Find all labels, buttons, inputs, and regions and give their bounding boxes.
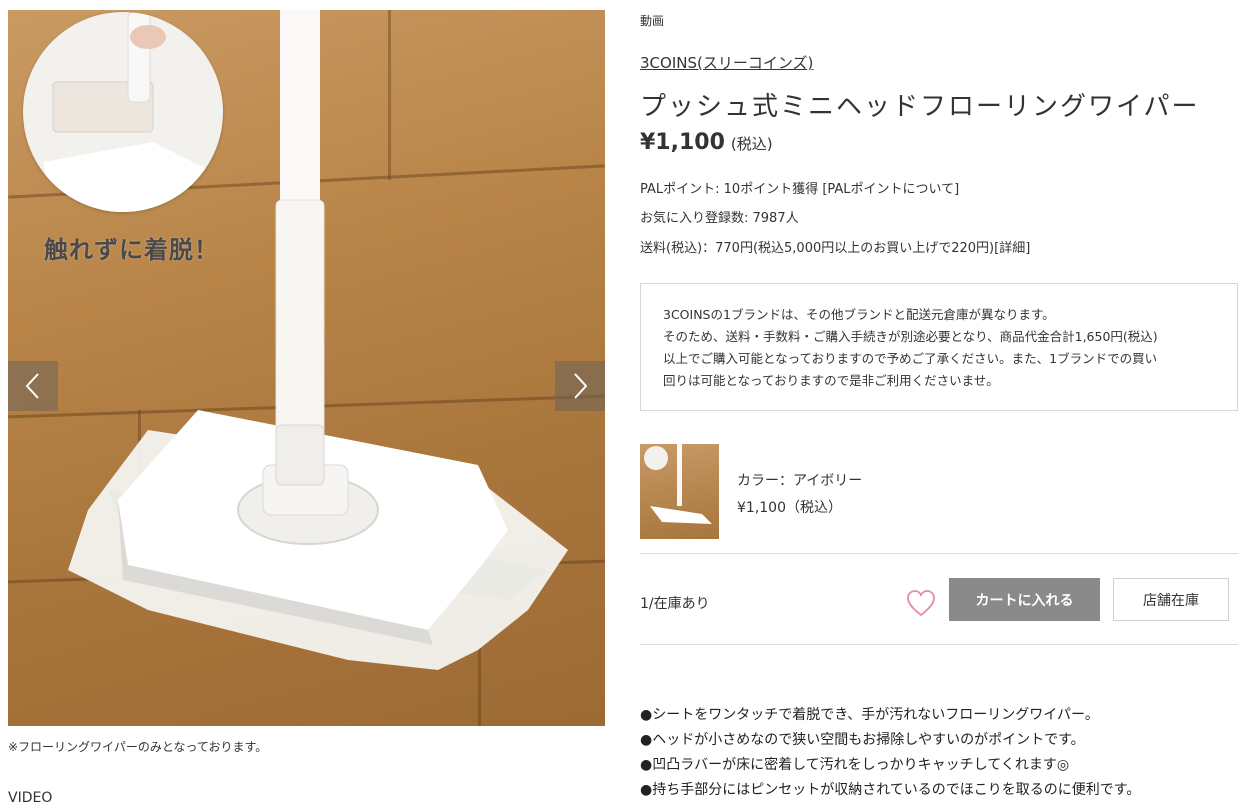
feature-item: ●凹凸ラバーが床に密着して汚れをしっかりキャッチしてくれます◎ xyxy=(640,757,1070,773)
feature-item: ●持ち手部分にはピンセットが収納されているのでほこりを取るのに便利です。 xyxy=(640,782,1141,798)
product-price: ¥1,100 (税込) xyxy=(640,130,773,155)
notice-line: そのため、送料・手数料・ご購入手続きが別途必要となり、商品代金合計1,650円(… xyxy=(663,329,1158,344)
variant-price: ¥1,100（税込） xyxy=(737,500,842,516)
heart-icon[interactable] xyxy=(906,589,936,619)
chevron-right-icon xyxy=(574,373,588,399)
purchase-row: 1/在庫あり カートに入れる 店舗在庫 xyxy=(640,555,1238,645)
price-tax-label: (税込) xyxy=(730,135,773,153)
stock-status: 1/在庫あり xyxy=(640,596,710,612)
variant-color-label: カラー：アイボリー xyxy=(737,473,863,489)
price-value: ¥1,100 xyxy=(640,130,725,155)
favorites-count: お気に入り登録数: 7987人 xyxy=(640,211,799,226)
variant-row[interactable]: カラー：アイボリー ¥1,100（税込） xyxy=(640,444,1238,554)
product-title: プッシュ式ミニヘッドフローリングワイパー xyxy=(640,92,1200,122)
gallery-next-button[interactable] xyxy=(555,361,605,411)
add-to-cart-button[interactable]: カートに入れる xyxy=(949,578,1100,621)
detail-inset-image xyxy=(23,12,223,212)
store-stock-button[interactable]: 店舗在庫 xyxy=(1113,578,1229,621)
shipping-notice-box: 3COINSの1ブランドは、その他ブランドと配送元倉庫が異なります。 そのため、… xyxy=(640,283,1238,411)
feature-item: ●ヘッドが小さめなので狭い空間もお掃除しやすいのがポイントです。 xyxy=(640,732,1085,748)
brand-link[interactable]: 3COINS(スリーコインズ) xyxy=(640,52,813,73)
notice-line: 以上でご購入可能となっておりますので予めご了承ください。また、1ブランドでの買い xyxy=(663,351,1158,366)
notice-line: 3COINSの1ブランドは、その他ブランドと配送元倉庫が異なります。 xyxy=(663,307,1055,322)
shipping-info[interactable]: 送料(税込)：770円(税込5,000円以上のお買い上げで220円)[詳細] xyxy=(640,237,1030,256)
image-note: ※フローリングワイパーのみとなっております。 xyxy=(8,740,268,754)
points-info[interactable]: PALポイント: 10ポイント獲得 [PALポイントについて] xyxy=(640,178,959,197)
feature-list: ●シートをワンタッチで着脱でき、手が汚れないフローリングワイパー。 ●ヘッドが小… xyxy=(640,703,1140,803)
image-overlay-caption: 触れずに着脱！ xyxy=(44,236,219,264)
product-image-gallery: 触れずに着脱！ xyxy=(8,10,605,726)
chevron-left-icon xyxy=(25,373,39,399)
feature-item: ●シートをワンタッチで着脱でき、手が汚れないフローリングワイパー。 xyxy=(640,707,1099,723)
breadcrumb[interactable]: 動画 xyxy=(640,12,664,29)
video-section-label: VIDEO xyxy=(8,790,53,806)
notice-line: 回りは可能となっておりますので是非ご利用くださいませ。 xyxy=(663,373,999,388)
gallery-prev-button[interactable] xyxy=(8,361,58,411)
variant-thumbnail[interactable] xyxy=(640,444,719,539)
